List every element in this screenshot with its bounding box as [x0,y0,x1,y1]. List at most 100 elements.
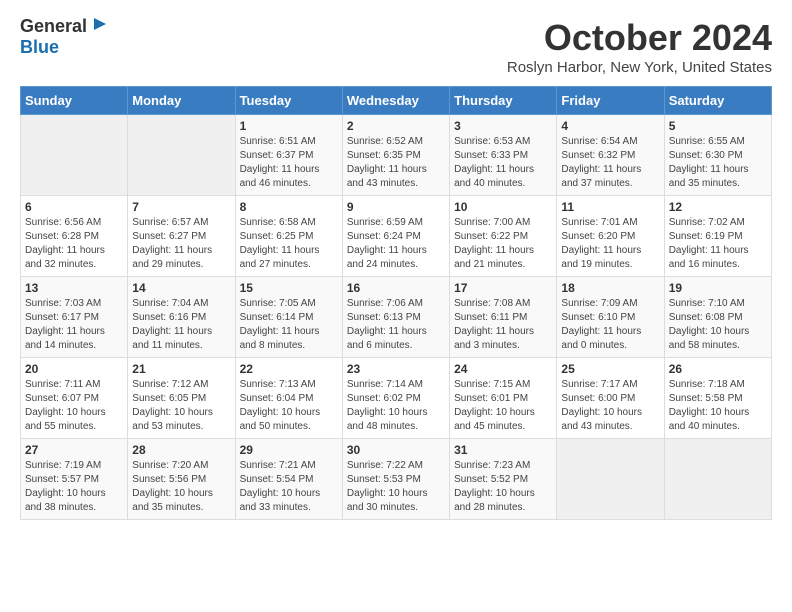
calendar-cell [664,439,771,520]
calendar-week-1: 1Sunrise: 6:51 AMSunset: 6:37 PMDaylight… [21,115,772,196]
calendar-cell: 26 Sunrise: 7:18 AMSunset: 5:58 PMDayligh… [664,358,771,439]
calendar-cell: 10Sunrise: 7:00 AMSunset: 6:22 PMDayligh… [450,196,557,277]
calendar-cell: 15Sunrise: 7:05 AMSunset: 6:14 PMDayligh… [235,277,342,358]
calendar-week-4: 20 Sunrise: 7:11 AMSunset: 6:07 PMDayligh… [21,358,772,439]
calendar-cell: 19 Sunrise: 7:10 AMSunset: 6:08 PMDayligh… [664,277,771,358]
day-info: Sunrise: 6:58 AMSunset: 6:25 PMDaylight:… [240,216,338,272]
calendar-cell: 2 Sunrise: 6:52 AMSunset: 6:35 PMDaylight… [342,115,449,196]
day-info: Sunrise: 6:52 AMSunset: 6:35 PMDaylight:… [347,135,445,191]
calendar-cell: 3Sunrise: 6:53 AMSunset: 6:33 PMDaylight… [450,115,557,196]
calendar-cell: 4Sunrise: 6:54 AMSunset: 6:32 PMDaylight… [557,115,664,196]
calendar-cell: 21 Sunrise: 7:12 AMSunset: 6:05 PMDayligh… [128,358,235,439]
calendar-cell: 24 Sunrise: 7:15 AMSunset: 6:01 PMDayligh… [450,358,557,439]
day-number: 17 [454,281,552,295]
location-subtitle: Roslyn Harbor, New York, United States [507,59,772,76]
day-info: Sunrise: 7:20 AMSunset: 5:56 PMDaylight:… [132,459,230,515]
day-info: Sunrise: 6:55 AMSunset: 6:30 PMDaylight:… [669,135,767,191]
day-number: 14 [132,281,230,295]
calendar-cell: 30 Sunrise: 7:22 AMSunset: 5:53 PMDayligh… [342,439,449,520]
day-info: Sunrise: 7:02 AMSunset: 6:19 PMDaylight:… [669,216,767,272]
calendar-cell: 20 Sunrise: 7:11 AMSunset: 6:07 PMDayligh… [21,358,128,439]
calendar-cell: 23 Sunrise: 7:14 AMSunset: 6:02 PMDayligh… [342,358,449,439]
header: General Blue October 2024 Roslyn Harbor,… [20,16,772,76]
day-info: Sunrise: 7:13 AMSunset: 6:04 PMDaylight:… [240,378,338,434]
day-number: 20 [25,362,123,376]
calendar-cell: 9 Sunrise: 6:59 AMSunset: 6:24 PMDaylight… [342,196,449,277]
day-number: 2 [347,119,445,133]
day-number: 22 [240,362,338,376]
calendar-cell: 14 Sunrise: 7:04 AMSunset: 6:16 PMDayligh… [128,277,235,358]
day-info: Sunrise: 7:04 AMSunset: 6:16 PMDaylight:… [132,297,230,353]
header-tuesday: Tuesday [235,87,342,115]
calendar-table: Sunday Monday Tuesday Wednesday Thursday… [20,86,772,520]
header-thursday: Thursday [450,87,557,115]
day-info: Sunrise: 6:53 AMSunset: 6:33 PMDaylight:… [454,135,552,191]
day-info: Sunrise: 7:19 AMSunset: 5:57 PMDaylight:… [25,459,123,515]
day-info: Sunrise: 7:22 AMSunset: 5:53 PMDaylight:… [347,459,445,515]
day-number: 23 [347,362,445,376]
day-number: 7 [132,200,230,214]
calendar-cell: 8Sunrise: 6:58 AMSunset: 6:25 PMDaylight… [235,196,342,277]
month-title: October 2024 [507,16,772,59]
logo: General Blue [20,16,108,58]
day-number: 6 [25,200,123,214]
day-number: 12 [669,200,767,214]
calendar-week-2: 6Sunrise: 6:56 AMSunset: 6:28 PMDaylight… [21,196,772,277]
day-number: 30 [347,443,445,457]
day-number: 19 [669,281,767,295]
calendar-cell: 27Sunrise: 7:19 AMSunset: 5:57 PMDayligh… [21,439,128,520]
day-number: 24 [454,362,552,376]
header-friday: Friday [557,87,664,115]
calendar-cell: 25Sunrise: 7:17 AMSunset: 6:00 PMDayligh… [557,358,664,439]
day-number: 16 [347,281,445,295]
calendar-cell: 7 Sunrise: 6:57 AMSunset: 6:27 PMDaylight… [128,196,235,277]
day-number: 11 [561,200,659,214]
header-monday: Monday [128,87,235,115]
logo-text-blue: Blue [20,37,59,57]
calendar-cell: 13 Sunrise: 7:03 AMSunset: 6:17 PMDayligh… [21,277,128,358]
calendar-cell: 12 Sunrise: 7:02 AMSunset: 6:19 PMDayligh… [664,196,771,277]
calendar-cell: 22 Sunrise: 7:13 AMSunset: 6:04 PMDayligh… [235,358,342,439]
day-number: 13 [25,281,123,295]
calendar-cell: 6Sunrise: 6:56 AMSunset: 6:28 PMDaylight… [21,196,128,277]
day-info: Sunrise: 7:15 AMSunset: 6:01 PMDaylight:… [454,378,552,434]
calendar-cell [557,439,664,520]
day-info: Sunrise: 7:03 AMSunset: 6:17 PMDaylight:… [25,297,123,353]
calendar-cell: 31 Sunrise: 7:23 AMSunset: 5:52 PMDayligh… [450,439,557,520]
day-info: Sunrise: 7:09 AMSunset: 6:10 PMDaylight:… [561,297,659,353]
day-number: 15 [240,281,338,295]
calendar-cell: 29Sunrise: 7:21 AMSunset: 5:54 PMDayligh… [235,439,342,520]
header-saturday: Saturday [664,87,771,115]
day-number: 29 [240,443,338,457]
day-number: 18 [561,281,659,295]
day-number: 25 [561,362,659,376]
day-info: Sunrise: 7:12 AMSunset: 6:05 PMDaylight:… [132,378,230,434]
header-wednesday: Wednesday [342,87,449,115]
day-info: Sunrise: 7:11 AMSunset: 6:07 PMDaylight:… [25,378,123,434]
day-info: Sunrise: 6:59 AMSunset: 6:24 PMDaylight:… [347,216,445,272]
day-number: 31 [454,443,552,457]
day-info: Sunrise: 7:08 AMSunset: 6:11 PMDaylight:… [454,297,552,353]
day-info: Sunrise: 6:51 AMSunset: 6:37 PMDaylight:… [240,135,338,191]
day-number: 21 [132,362,230,376]
day-number: 28 [132,443,230,457]
logo-arrow-icon [92,16,108,37]
day-info: Sunrise: 6:57 AMSunset: 6:27 PMDaylight:… [132,216,230,272]
day-info: Sunrise: 7:10 AMSunset: 6:08 PMDaylight:… [669,297,767,353]
day-number: 5 [669,119,767,133]
calendar-cell: 1Sunrise: 6:51 AMSunset: 6:37 PMDaylight… [235,115,342,196]
calendar-cell: 17 Sunrise: 7:08 AMSunset: 6:11 PMDayligh… [450,277,557,358]
day-number: 10 [454,200,552,214]
day-number: 9 [347,200,445,214]
calendar-cell: 28 Sunrise: 7:20 AMSunset: 5:56 PMDayligh… [128,439,235,520]
day-info: Sunrise: 7:14 AMSunset: 6:02 PMDaylight:… [347,378,445,434]
day-number: 26 [669,362,767,376]
day-info: Sunrise: 7:18 AMSunset: 5:58 PMDaylight:… [669,378,767,434]
day-info: Sunrise: 7:23 AMSunset: 5:52 PMDaylight:… [454,459,552,515]
header-row: Sunday Monday Tuesday Wednesday Thursday… [21,87,772,115]
calendar-cell: 16Sunrise: 7:06 AMSunset: 6:13 PMDayligh… [342,277,449,358]
day-number: 4 [561,119,659,133]
calendar-cell: 11Sunrise: 7:01 AMSunset: 6:20 PMDayligh… [557,196,664,277]
calendar-cell [128,115,235,196]
page-container: General Blue October 2024 Roslyn Harbor,… [0,0,792,530]
